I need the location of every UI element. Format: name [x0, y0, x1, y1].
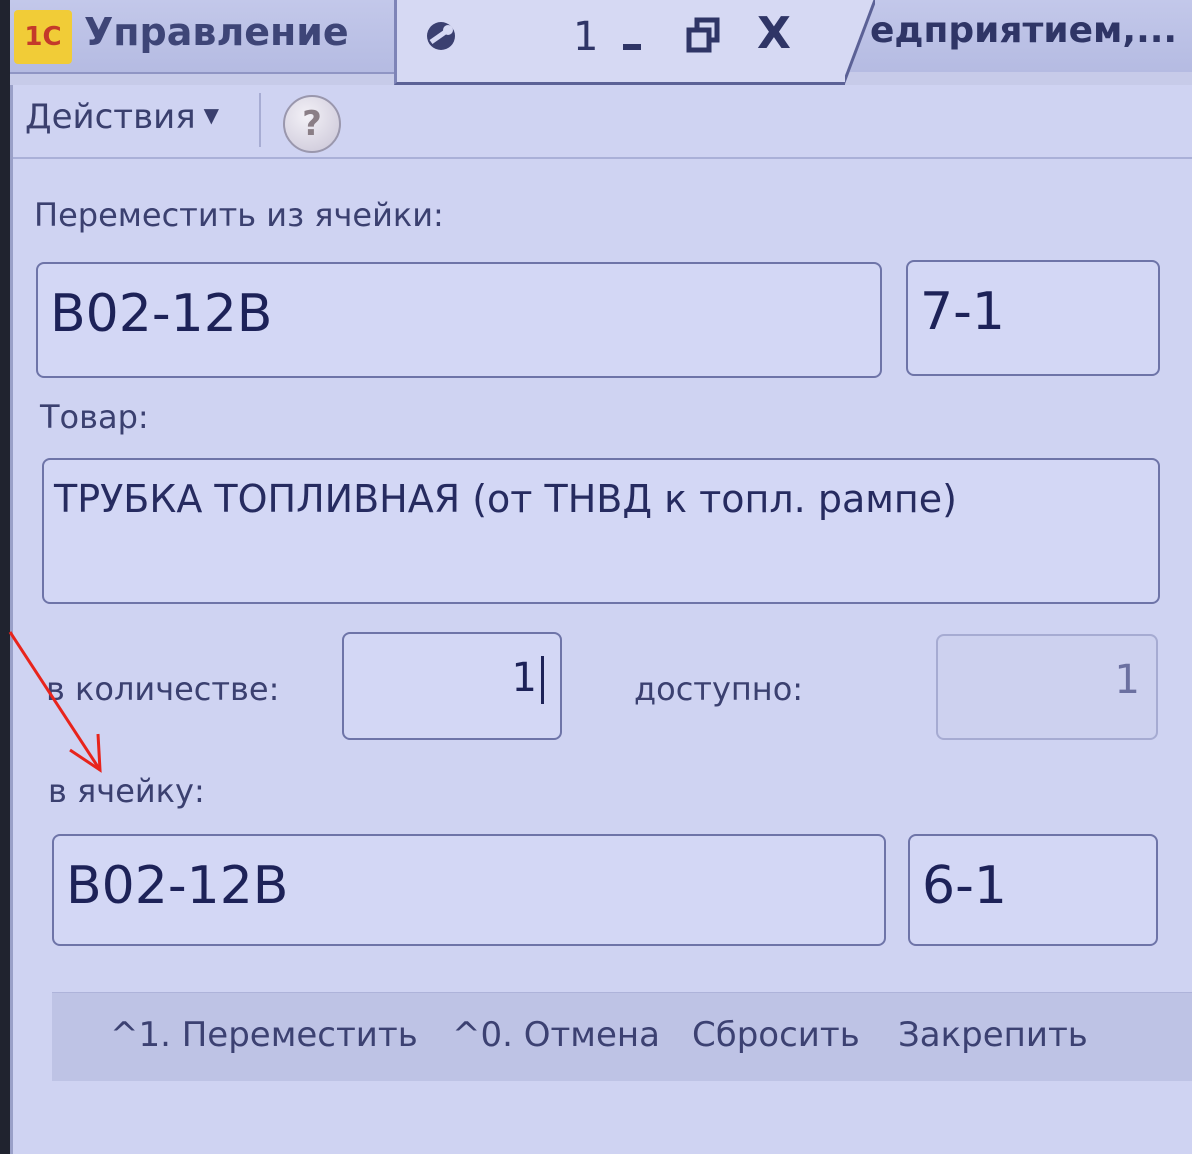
move-from-label: Переместить из ячейки: [34, 196, 444, 234]
app-tab-right[interactable]: едприятием,... [842, 0, 1192, 72]
quantity-input[interactable]: 1 [342, 632, 562, 740]
app-logo-icon: 1С [14, 10, 72, 64]
from-cell-field[interactable]: B02-12B [36, 262, 882, 378]
cancel-button[interactable]: ^0. Отмена [452, 1015, 660, 1055]
to-subcell-field[interactable]: 6-1 [908, 834, 1158, 946]
text-cursor [541, 656, 544, 704]
window-icon[interactable] [421, 16, 461, 56]
actions-menu-button[interactable]: Действия ▼ [25, 97, 219, 141]
dropdown-caret-icon: ▼ [203, 103, 220, 127]
toolbar-divider [259, 93, 261, 147]
pin-button[interactable]: Закрепить [898, 1015, 1088, 1055]
app-title: Управление [84, 10, 349, 54]
window-number: 1 [573, 14, 599, 60]
available-label: доступно: [634, 670, 804, 708]
close-icon[interactable]: X [757, 8, 791, 59]
reset-button[interactable]: Сбросить [692, 1015, 860, 1055]
window-controls: 1 X [394, 0, 845, 85]
app-tab-right-title: едприятием,... [870, 10, 1178, 51]
product-field[interactable]: ТРУБКА ТОПЛИВНАЯ (от ТНВД к топл. рампе) [42, 458, 1160, 604]
toolbar: Действия ▼ ? [13, 85, 1192, 159]
quantity-value: 1 [511, 655, 537, 701]
screen-edge [0, 0, 10, 1154]
available-field: 1 [936, 634, 1158, 740]
command-bar: ^1. Переместить ^0. Отмена Сбросить Закр… [52, 992, 1192, 1081]
move-button[interactable]: ^1. Переместить [110, 1015, 418, 1055]
restore-icon[interactable] [685, 16, 721, 56]
to-cell-field[interactable]: B02-12B [52, 834, 886, 946]
title-bar: 1С Управление едприятием,... 1 X [10, 0, 1192, 85]
app-tab[interactable]: 1С Управление [10, 0, 400, 74]
minimize-icon[interactable] [623, 44, 641, 50]
product-label: Товар: [40, 398, 149, 436]
help-icon[interactable]: ? [283, 95, 341, 153]
red-arrow-annotation [8, 631, 102, 773]
actions-label: Действия [25, 97, 196, 137]
from-subcell-field[interactable]: 7-1 [906, 260, 1160, 376]
